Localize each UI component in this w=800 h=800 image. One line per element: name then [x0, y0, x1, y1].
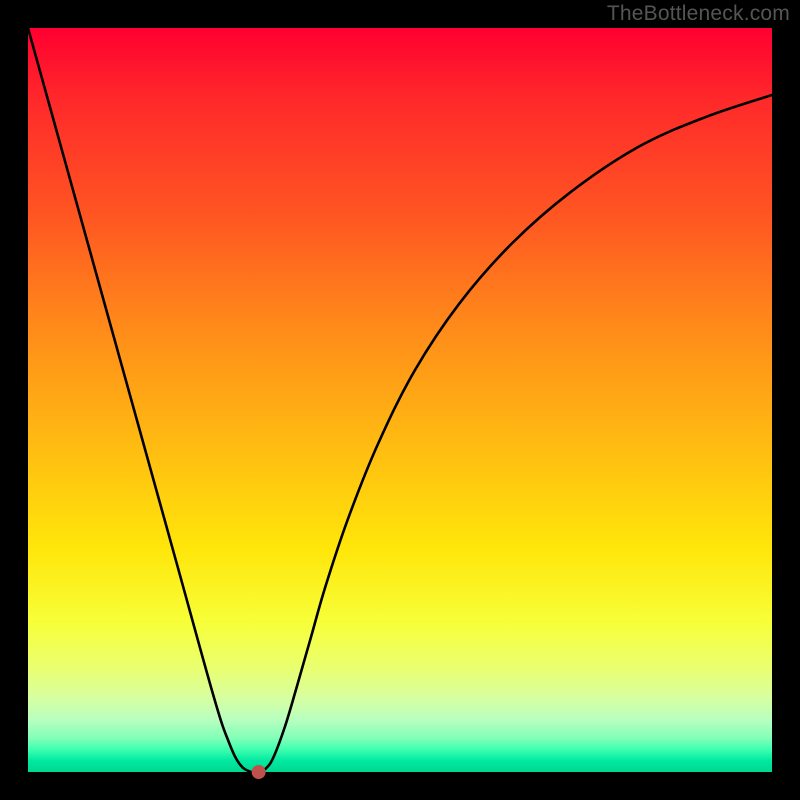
chart-frame: TheBottleneck.com — [0, 0, 800, 800]
bottleneck-curve — [28, 28, 772, 773]
minimum-marker — [252, 765, 266, 779]
plot-area — [28, 28, 772, 772]
curve-svg — [28, 28, 772, 772]
watermark-text: TheBottleneck.com — [607, 2, 790, 26]
